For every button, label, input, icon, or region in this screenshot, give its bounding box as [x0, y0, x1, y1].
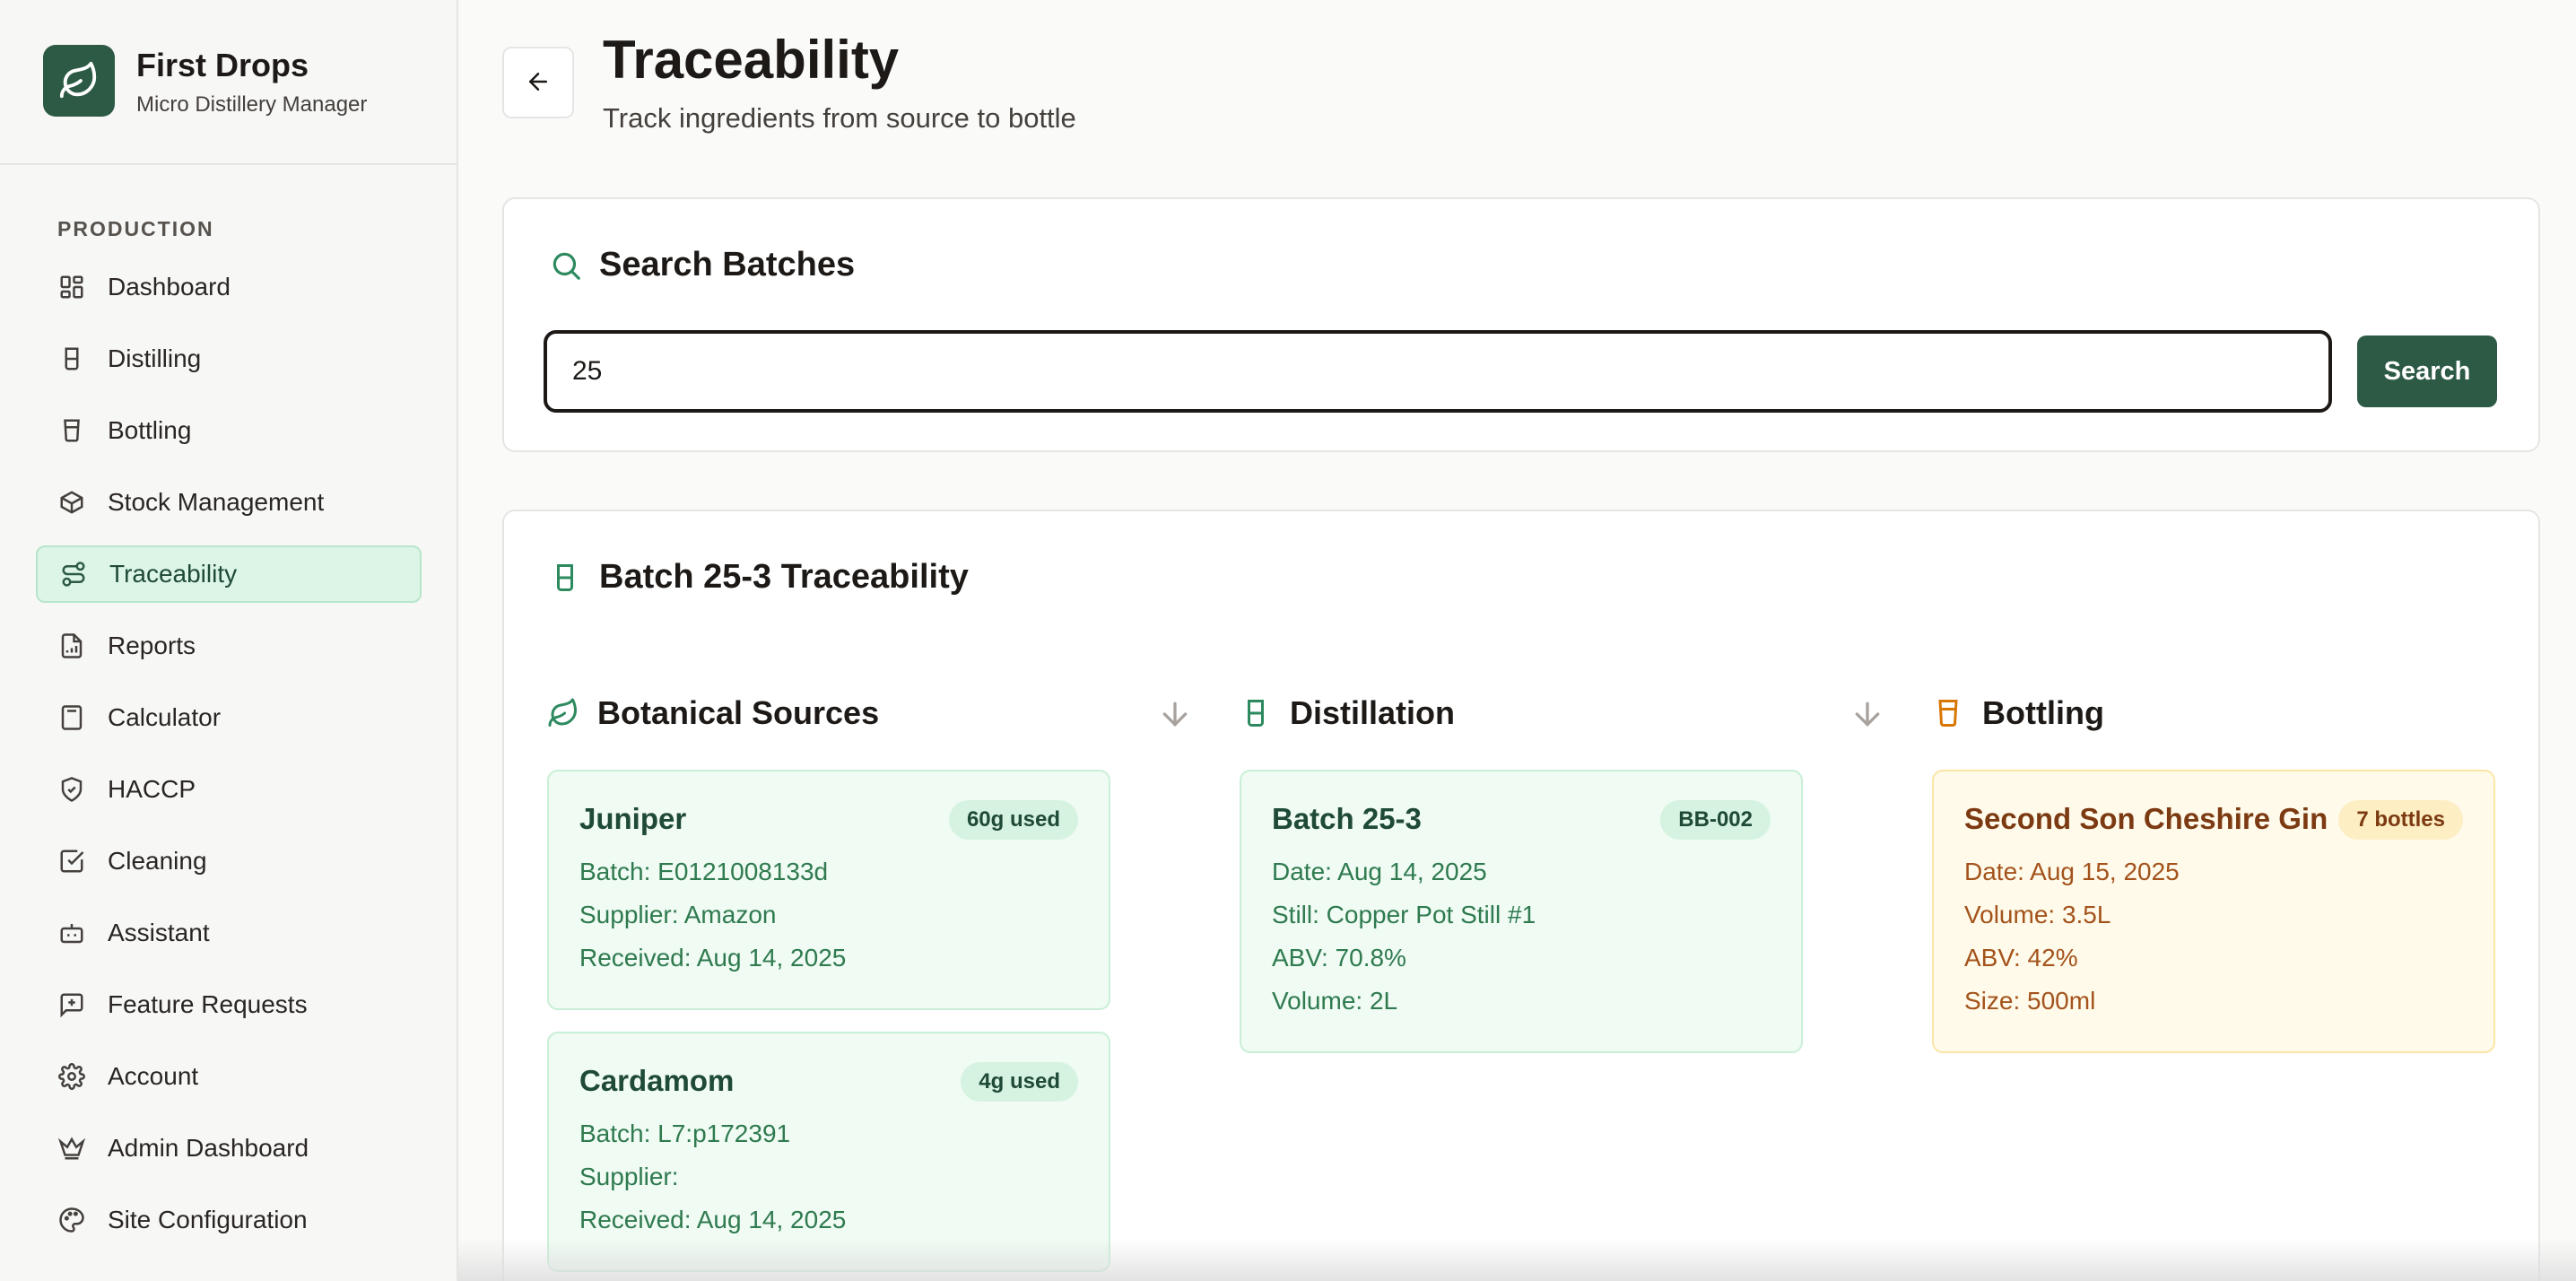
search-card-title: Search Batches — [549, 246, 855, 284]
calculator-icon — [57, 703, 86, 732]
page-title: Traceability — [603, 30, 900, 90]
bottle-icon — [1932, 695, 1968, 731]
distillation-date: Date: Aug 14, 2025 — [1272, 858, 1487, 885]
beaker-icon — [57, 344, 86, 373]
sidebar-item-dashboard[interactable]: Dashboard — [36, 258, 422, 316]
sidebar-item-admin-dashboard[interactable]: Admin Dashboard — [36, 1120, 422, 1177]
botanical-batch: Batch: L7:p172391 — [579, 1120, 791, 1147]
sidebar-item-label: Stock Management — [108, 488, 325, 516]
sidebar-item-bottling[interactable]: Bottling — [36, 402, 422, 459]
bottling-heading: Bottling — [1932, 694, 2104, 732]
sidebar-item-label: Bottling — [108, 416, 192, 444]
botanical-supplier: Supplier: Amazon — [579, 901, 777, 928]
sidebar-item-label: Cleaning — [108, 847, 207, 875]
sidebar-item-calculator[interactable]: Calculator — [36, 689, 422, 746]
botanical-batch: Batch: E0121008133d — [579, 858, 829, 885]
botanical-card-juniper[interactable]: Juniper 60g used Batch: E0121008133d Sup… — [547, 770, 1110, 1010]
sidebar-item-site-configuration[interactable]: Site Configuration — [36, 1191, 422, 1249]
bot-icon — [57, 919, 86, 947]
sidebar-item-label: Admin Dashboard — [108, 1134, 309, 1162]
sidebar-item-label: Calculator — [108, 703, 222, 731]
brand-header: First Drops Micro Distillery Manager — [0, 0, 457, 165]
sidebar-item-label: Feature Requests — [108, 990, 308, 1018]
batch-code-badge: BB-002 — [1660, 800, 1771, 840]
route-icon — [59, 560, 88, 588]
distillation-card[interactable]: Batch 25-3 BB-002 Date: Aug 14, 2025 Sti… — [1240, 770, 1803, 1053]
search-button[interactable]: Search — [2357, 336, 2497, 407]
sidebar-item-label: HACCP — [108, 775, 196, 803]
bottom-fade — [458, 1238, 2576, 1281]
nav-section-label: PRODUCTION — [57, 217, 214, 240]
brand-name: First Drops — [136, 47, 309, 83]
sidebar-item-feature-requests[interactable]: Feature Requests — [36, 976, 422, 1033]
bottle-count-badge: 7 bottles — [2338, 800, 2463, 840]
sidebar-item-stock-management[interactable]: Stock Management — [36, 474, 422, 531]
traceability-title-text: Batch 25-3 Traceability — [599, 558, 969, 596]
traceability-card: Batch 25-3 Traceability Botanical Source… — [502, 510, 2540, 1281]
beaker-icon — [1240, 695, 1275, 731]
distillation-label: Distillation — [1290, 694, 1456, 731]
sidebar-item-label: Site Configuration — [108, 1206, 308, 1233]
bottling-size: Size: 500ml — [1964, 987, 2096, 1015]
distillation-volume: Volume: 2L — [1272, 987, 1398, 1015]
arrow-down-icon — [1849, 696, 1885, 732]
search-icon — [549, 248, 585, 283]
sidebar-item-label: Distilling — [108, 344, 202, 372]
sidebar-item-cleaning[interactable]: Cleaning — [36, 832, 422, 890]
message-plus-icon — [57, 990, 86, 1019]
botanical-sources-label: Botanical Sources — [597, 694, 880, 731]
sidebar-item-distilling[interactable]: Distilling — [36, 330, 422, 388]
bottling-date: Date: Aug 15, 2025 — [1964, 858, 2180, 885]
botanical-supplier: Supplier: — [579, 1163, 679, 1190]
usage-badge: 4g used — [961, 1062, 1078, 1102]
sidebar-item-assistant[interactable]: Assistant — [36, 904, 422, 962]
distillation-heading: Distillation — [1240, 694, 1455, 732]
search-card: Search Batches Search — [502, 197, 2540, 452]
brand-subtitle: Micro Distillery Manager — [136, 92, 368, 117]
arrow-left-icon — [525, 68, 552, 98]
bottling-volume: Volume: 3.5L — [1964, 901, 2111, 928]
usage-badge: 60g used — [948, 800, 1078, 840]
grid-icon — [57, 273, 86, 301]
back-button[interactable] — [502, 47, 574, 118]
shield-check-icon — [57, 775, 86, 804]
botanical-sources-heading: Botanical Sources — [547, 694, 879, 732]
checkbox-icon — [57, 847, 86, 876]
bottling-card[interactable]: Second Son Cheshire Gin 7 bottles Date: … — [1932, 770, 2495, 1053]
bottling-label: Bottling — [1982, 694, 2104, 731]
leaf-icon — [547, 695, 583, 731]
box-icon — [57, 488, 86, 517]
page-subtitle: Track ingredients from source to bottle — [603, 102, 1076, 134]
search-input[interactable] — [544, 330, 2332, 413]
gear-icon — [57, 1062, 86, 1091]
botanical-card-cardamom[interactable]: Cardamom 4g used Batch: L7:p172391 Suppl… — [547, 1032, 1110, 1272]
sidebar-item-haccp[interactable]: HACCP — [36, 761, 422, 818]
sidebar-item-label: Dashboard — [108, 273, 231, 301]
sidebar: First Drops Micro Distillery Manager PRO… — [0, 0, 458, 1281]
leaf-logo-icon — [43, 45, 115, 117]
botanical-received: Received: Aug 14, 2025 — [579, 1206, 847, 1233]
sidebar-item-label: Reports — [108, 632, 196, 659]
distillation-abv: ABV: 70.8% — [1272, 944, 1406, 972]
sidebar-item-label: Traceability — [109, 560, 238, 588]
botanical-received: Received: Aug 14, 2025 — [579, 944, 847, 972]
sidebar-item-label: Assistant — [108, 919, 210, 946]
arrow-down-icon — [1157, 696, 1193, 732]
sidebar-item-account[interactable]: Account — [36, 1048, 422, 1105]
palette-icon — [57, 1206, 86, 1234]
sidebar-item-reports[interactable]: Reports — [36, 617, 422, 675]
traceability-card-title: Batch 25-3 Traceability — [549, 558, 969, 597]
sidebar-item-label: Account — [108, 1062, 199, 1090]
sidebar-item-traceability[interactable]: Traceability — [36, 545, 422, 603]
distillation-still: Still: Copper Pot Still #1 — [1272, 901, 1536, 928]
bottle-icon — [57, 416, 86, 445]
beaker-icon — [549, 560, 585, 596]
crown-icon — [57, 1134, 86, 1163]
search-title-text: Search Batches — [599, 246, 856, 283]
bottling-abv: ABV: 42% — [1964, 944, 2078, 972]
report-icon — [57, 632, 86, 660]
